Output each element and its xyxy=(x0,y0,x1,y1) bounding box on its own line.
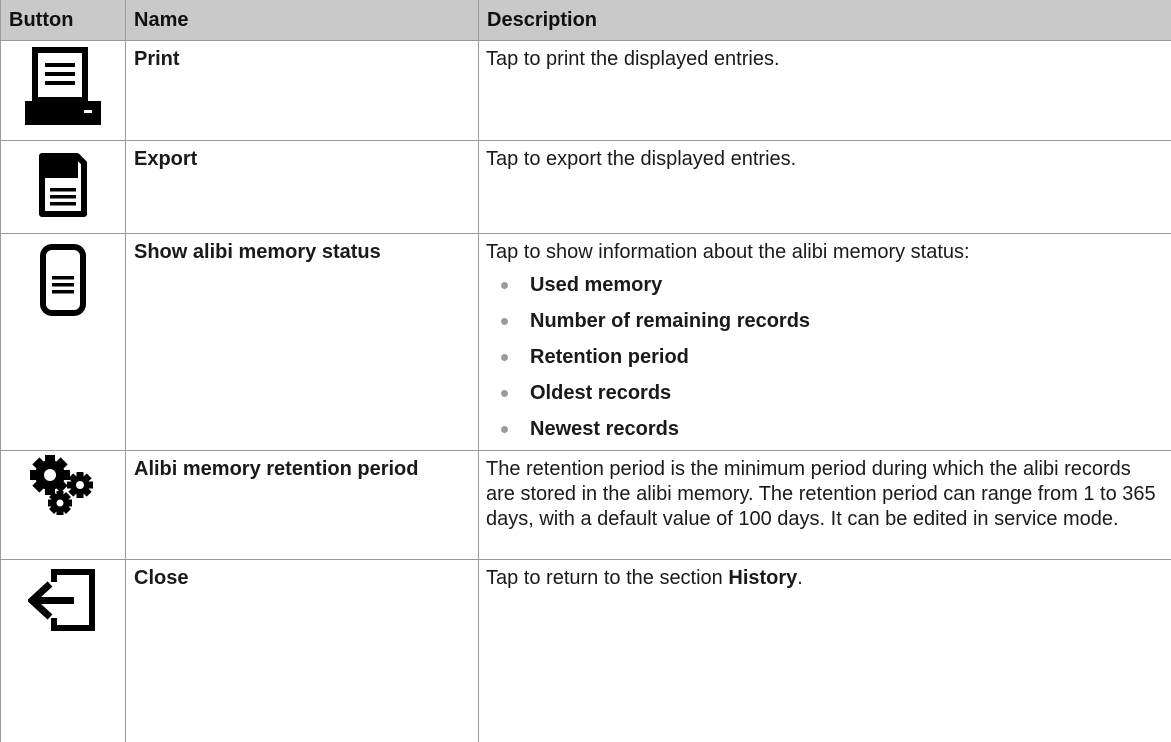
row-name: Close xyxy=(126,560,479,742)
list-item: Retention period xyxy=(486,342,1163,378)
table-row: Print Tap to print the displayed entries… xyxy=(1,41,1171,141)
button-cell xyxy=(1,41,126,141)
row-description: The retention period is the minimum peri… xyxy=(479,451,1171,560)
table-row: Export Tap to export the displayed entri… xyxy=(1,141,1171,234)
bullet-dot xyxy=(501,426,508,433)
row-description: Tap to export the displayed entries. xyxy=(479,141,1171,234)
header-name: Name xyxy=(126,0,479,41)
bullet-dot xyxy=(501,318,508,325)
printer-icon xyxy=(25,47,101,125)
table-row: Show alibi memory status Tap to show inf… xyxy=(1,234,1171,451)
gears-icon xyxy=(28,455,98,515)
row-name: Print xyxy=(126,41,479,141)
row-description: Tap to print the displayed entries. xyxy=(479,41,1171,141)
bullet-dot xyxy=(501,390,508,397)
button-reference-table: Button Name Description Print xyxy=(0,0,1171,742)
floppy-disk-icon xyxy=(39,153,87,217)
list-item: Used memory xyxy=(486,270,1163,306)
row-name: Alibi memory retention period xyxy=(126,451,479,560)
header-button: Button xyxy=(1,0,126,41)
bullet-dot xyxy=(501,282,508,289)
row-name: Export xyxy=(126,141,479,234)
button-cell xyxy=(1,141,126,234)
list-item: Number of remaining records xyxy=(486,306,1163,342)
button-cell xyxy=(1,451,126,560)
header-description: Description xyxy=(479,0,1171,41)
table-row: Close Tap to return to the section Histo… xyxy=(1,560,1171,742)
row-description: Tap to show information about the alibi … xyxy=(479,234,1171,451)
history-section-link: History xyxy=(728,567,797,589)
button-cell xyxy=(1,560,126,742)
table-row: Alibi memory retention period The retent… xyxy=(1,451,1171,560)
bullet-dot xyxy=(501,354,508,361)
table-header-row: Button Name Description xyxy=(1,0,1171,41)
exit-arrow-icon xyxy=(28,568,98,632)
row-description: Tap to return to the section History. xyxy=(479,560,1171,742)
status-list: Used memory Number of remaining records … xyxy=(486,270,1163,450)
row-name: Show alibi memory status xyxy=(126,234,479,451)
list-item: Newest records xyxy=(486,414,1163,450)
button-cell xyxy=(1,234,126,451)
list-item: Oldest records xyxy=(486,378,1163,414)
memory-status-icon xyxy=(40,244,86,316)
